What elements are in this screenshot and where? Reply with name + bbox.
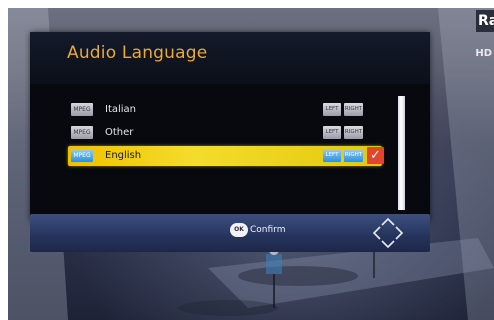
language-label: Italian [105,104,137,115]
scrollbar-thumb[interactable] [398,96,405,210]
confirm-label: Confirm [250,225,286,235]
right-channel-button[interactable]: RIGHT [344,103,363,116]
dpad-icon [372,217,404,249]
scrollbar[interactable] [398,96,405,210]
codec-badge: MPEG [71,149,93,162]
language-label: English [105,150,142,161]
right-channel-button[interactable]: RIGHT [344,126,363,139]
list-item-other[interactable]: MPEG Other LEFT RIGHT [68,123,382,143]
list-item-italian[interactable]: MPEG Italian LEFT RIGHT [68,100,382,120]
left-channel-button[interactable]: LEFT [323,126,341,139]
hd-badge: HD [475,48,492,59]
dialog-header: Audio Language [30,32,430,84]
check-icon: ✓ [367,147,384,164]
dialog-title: Audio Language [67,43,208,63]
channel-logo: Ra [476,10,494,32]
audio-language-list: MPEG Italian LEFT RIGHT MPEG Other LEFT … [68,100,384,169]
list-item-english[interactable]: MPEG English LEFT RIGHT ✓ [68,146,384,166]
left-channel-button[interactable]: LEFT [323,103,341,116]
language-label: Other [105,127,134,138]
ok-key-icon[interactable]: OK [230,223,248,237]
right-channel-button[interactable]: RIGHT [344,149,363,162]
left-channel-button[interactable]: LEFT [323,149,341,162]
tv-screen: Ra HD Audio Language MPEG Italian LEFT R… [8,8,494,320]
dialog-footer: OK Confirm [30,214,430,252]
codec-badge: MPEG [71,103,93,116]
audio-language-dialog: Audio Language MPEG Italian LEFT RIGHT M… [30,32,430,222]
codec-badge: MPEG [71,126,93,139]
